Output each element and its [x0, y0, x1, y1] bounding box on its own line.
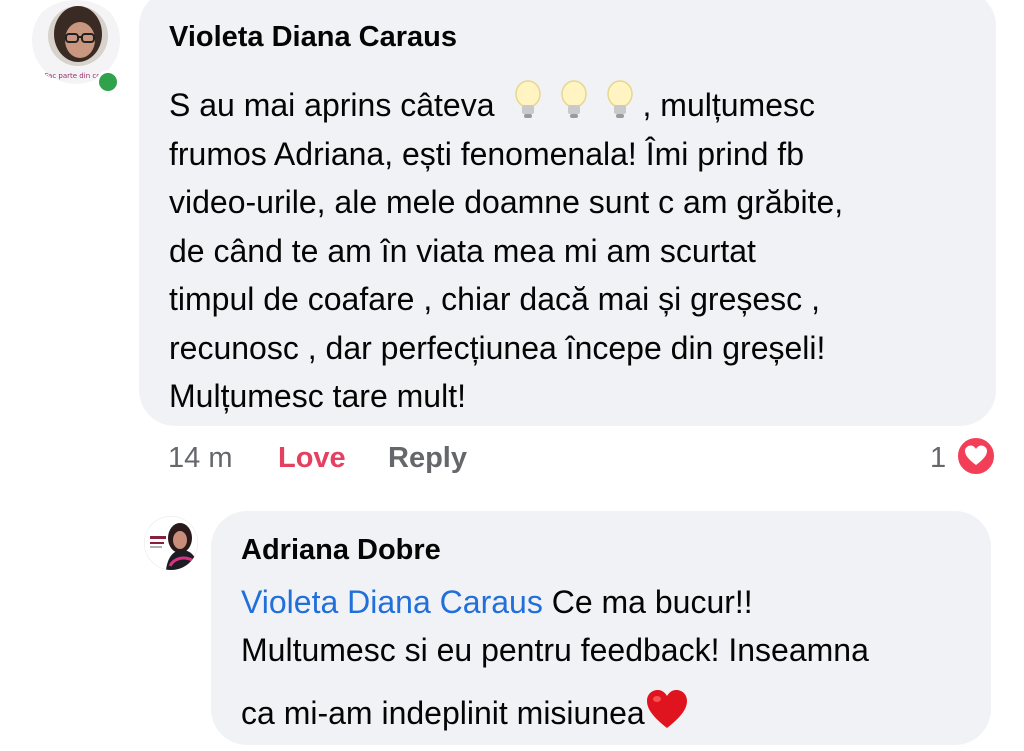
reaction-count[interactable]: 1	[930, 438, 946, 478]
reply-button[interactable]: Reply	[388, 438, 467, 478]
avatar-adriana[interactable]	[144, 516, 198, 570]
comment-line-3: video-urile, ale mele doamne sunt c am g…	[169, 184, 844, 220]
reply-bubble: Adriana Dobre Violeta Diana Caraus Ce ma…	[211, 511, 991, 745]
online-status-dot	[96, 70, 120, 94]
love-button[interactable]: Love	[278, 438, 346, 478]
mention-link[interactable]: Violeta Diana Caraus	[241, 584, 543, 620]
comment-author[interactable]: Violeta Diana Caraus	[169, 17, 966, 57]
comment-line-7: Mulțumesc tare mult!	[169, 378, 466, 414]
comment-text: S au mai aprins câteva, mulțumesc frumos…	[169, 80, 966, 421]
reply-author[interactable]: Adriana Dobre	[241, 530, 962, 570]
reply-text: Violeta Diana Caraus Ce ma bucur!! Multu…	[241, 578, 962, 737]
lightbulb-icon	[560, 80, 587, 118]
heart-reaction-icon[interactable]	[956, 436, 996, 476]
reply-line-2: Multumesc si eu pentru feedback! Inseamn…	[241, 632, 869, 668]
red-heart-emoji	[646, 690, 687, 728]
lightbulb-icon	[514, 80, 541, 118]
comment-line-1: S au mai aprins câteva, mulțumesc	[169, 80, 966, 130]
comment-bubble: Violeta Diana Caraus S au mai aprins cât…	[139, 0, 996, 426]
comment-line-5: timpul de coafare , chiar dacă mai și gr…	[169, 281, 820, 317]
comment-line-2: frumos Adriana, ești fenomenala! Îmi pri…	[169, 135, 804, 172]
reply-line-3: ca mi-am indeplinit misiunea	[241, 688, 962, 737]
comment-line-6: recunosc , dar perfecțiunea începe din g…	[169, 329, 826, 366]
reply-line-1: Violeta Diana Caraus Ce ma bucur!!	[241, 584, 753, 620]
comment-timestamp[interactable]: 14 m	[168, 438, 232, 478]
comment-line-4: de când te am în viata mea mi am scurtat	[169, 232, 756, 269]
lightbulb-icon	[606, 80, 633, 118]
